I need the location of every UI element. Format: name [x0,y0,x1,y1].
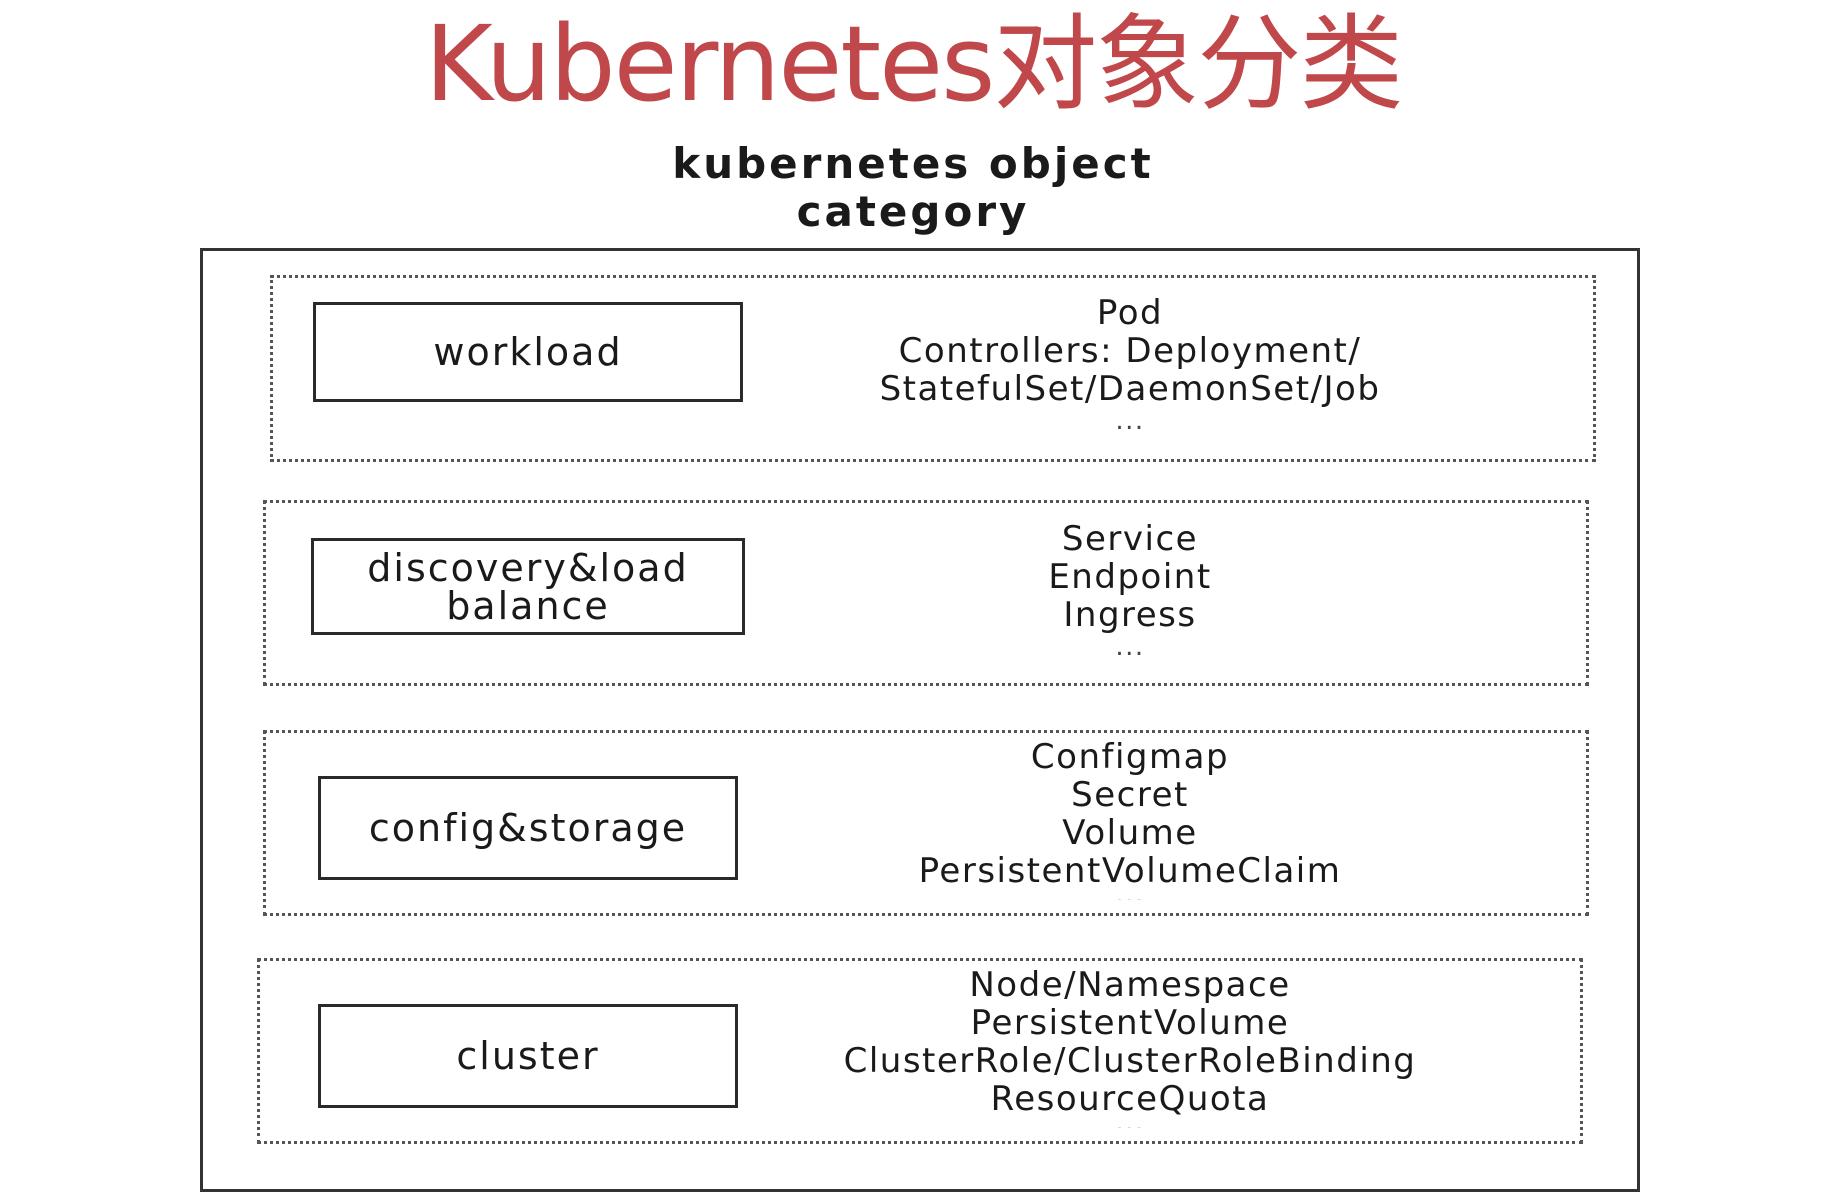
object-item: Ingress [1063,595,1197,635]
category-label: cluster [456,1034,600,1078]
object-list-config-storage: Configmap Secret Volume PersistentVolume… [780,738,1480,900]
object-item: PersistentVolume [970,1003,1290,1043]
object-item-ellipsis: ... [1115,406,1145,436]
category-label: discovery&load [367,545,689,590]
object-item: Secret [1071,775,1189,815]
object-list-cluster: Node/Namespace PersistentVolume ClusterR… [730,966,1530,1128]
diagram-title-line-2: category [796,187,1030,236]
category-box-discovery-load-balance: discovery&load balance [311,538,745,635]
category-label: balance [446,583,610,628]
object-item-ellipsis: ... [730,1118,1530,1128]
object-item: Controllers: Deployment/ [898,331,1362,371]
object-item: PersistentVolumeClaim [918,851,1342,891]
object-item: ClusterRole/ClusterRoleBinding [843,1041,1417,1081]
object-item: Pod [1096,293,1164,333]
object-item: StatefulSet/DaemonSet/Job [879,369,1381,409]
object-item-ellipsis: ... [780,890,1480,900]
category-box-config-storage: config&storage [318,776,738,880]
category-box-cluster: cluster [318,1004,738,1108]
object-item: Configmap [1030,737,1230,777]
object-item-ellipsis: ... [1115,632,1145,662]
object-item: Node/Namespace [969,965,1291,1005]
object-item: Volume [1062,813,1198,853]
diagram-title: kubernetes object category [0,140,1826,236]
page-title: Kubernetes对象分类 [424,3,1404,125]
object-list-workload: Pod Controllers: Deployment/ StatefulSet… [780,294,1480,434]
category-box-workload: workload [313,302,743,402]
object-item: ResourceQuota [990,1079,1270,1119]
object-item: Endpoint [1048,557,1212,597]
object-item: Service [1061,519,1199,559]
object-list-discovery-load-balance: Service Endpoint Ingress ... [780,520,1480,660]
category-label: config&storage [368,806,688,850]
diagram-title-line-1: kubernetes object [672,139,1154,188]
category-label: workload [433,330,623,374]
